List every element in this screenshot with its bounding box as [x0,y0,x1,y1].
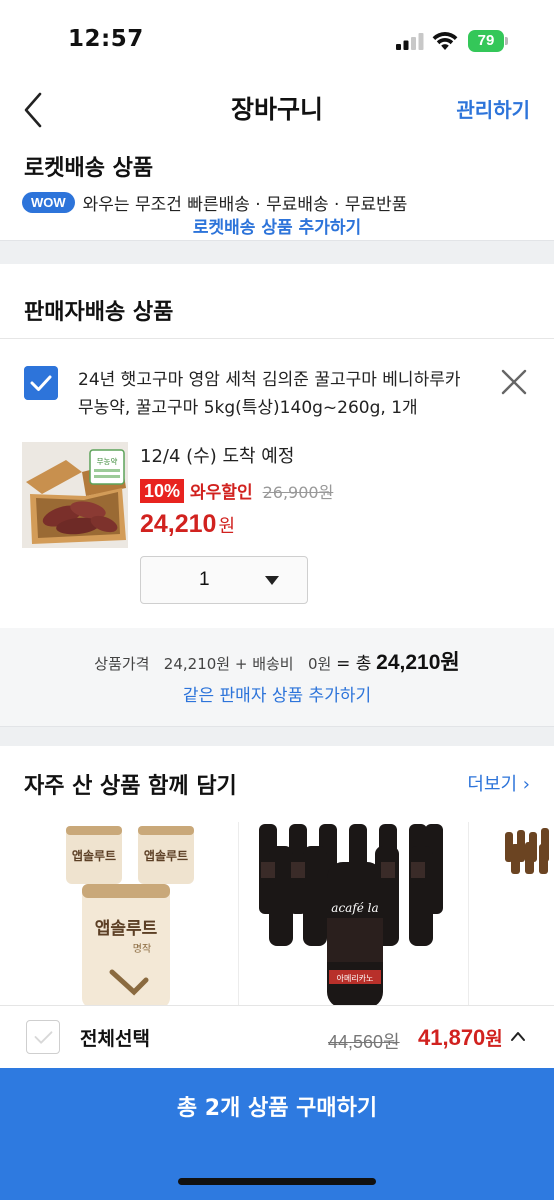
select-all-label[interactable]: 전체선택 [80,1024,150,1051]
product-price-label: 상품가격 [94,655,150,673]
formula-brand-small-2: 앱솔루트 [144,849,188,863]
discounted-total-unit: 원 [485,1029,503,1050]
add-rocket-items-link[interactable]: 로켓배송 상품 추가하기 [0,218,554,240]
section-divider [0,240,554,264]
sale-price-value: 24,210 [140,510,217,538]
formula-brand-small-1: 앱솔루트 [72,849,116,863]
reco-item-coffee[interactable]: acafé la 아메리카노 [238,822,468,1008]
discounted-total: 41,870원 [418,1024,503,1051]
frequent-items-title: 자주 산 상품 함께 담기 [24,774,237,799]
coffee-bottles-image: acafé la 아메리카노 [259,824,443,1008]
select-all-checkbox[interactable] [26,1020,60,1054]
add-same-seller-link[interactable]: 같은 판매자 상품 추가하기 [0,681,554,706]
quantity-value: 1 [199,569,210,590]
discount-badge: 10% [140,478,185,503]
product-thumbnail[interactable]: 무농약 [22,442,128,548]
close-icon[interactable] [498,366,530,398]
shipping-label: + 배송비 [234,655,294,673]
sweet-potato-box-image: 무농약 [22,442,128,548]
status-time: 12:57 [68,26,144,52]
more-link[interactable]: 더보기 › [467,770,530,796]
item-checkbox[interactable] [24,366,58,400]
battery-icon: 79 [468,30,508,52]
product-name[interactable]: 24년 햇고구마 영암 세척 김의준 꿀고구마 베니하루카 무농약, 꿀고구마 … [78,366,478,422]
shipping-value: 0원 [307,655,332,673]
wifi-icon [432,32,458,50]
summary-line: 상품가격 24,210원 + 배송비 0원 = 총 24,210원 [0,646,554,676]
formula-can-image: 앱솔루트 앱솔루트 앱솔루트 명작 [66,826,194,1008]
add-rocket-items-label: 로켓배송 상품 추가하기 [192,218,362,238]
battery-level: 79 [468,30,504,52]
sale-price-unit: 원 [218,516,236,536]
original-price: 26,900원 [262,482,334,502]
formula-sub-label: 명작 [133,943,151,955]
purchase-button[interactable]: 총 2개 상품 구매하기 [0,1068,554,1150]
reco-item-formula[interactable]: 앱솔루트 앱솔루트 앱솔루트 명작 [22,822,238,1008]
home-indicator-area [0,1150,554,1200]
product-price-value: 24,210원 [163,655,231,673]
bottom-bar: 전체선택 44,560원 41,870원 [0,1005,554,1068]
coffee-brand: acafé la [331,901,378,915]
header: 장바구니 관리하기 [0,80,554,140]
coffee-sub-label: 아메리카노 [337,973,374,983]
partial-product-image [505,828,549,874]
manage-button[interactable]: 관리하기 [456,94,530,123]
discount-row: 10% 와우할인 26,900원 [140,478,333,503]
total-amount: 24,210원 [376,651,460,674]
discounted-total-value: 41,870 [418,1025,486,1050]
section-divider [0,726,554,746]
wow-benefit-text: 와우는 무조건 빠른배송 · 무료배송 · 무료반품 [82,194,408,215]
cellular-signal-icon [396,33,424,50]
organic-label: 무농약 [97,456,118,466]
formula-brand-large: 앱솔루트 [95,918,158,939]
caret-down-icon [265,576,279,585]
seller-delivery-title: 판매자배송 상품 [24,300,174,325]
arrival-date: 12/4 (수) 도착 예정 [140,446,295,467]
section-line [0,338,554,339]
total-label: = 총 [336,654,372,674]
status-bar: 12:57 79 [0,0,554,80]
quantity-select[interactable]: 1 [140,556,308,604]
wow-badge: WOW [22,191,75,213]
order-summary: 상품가격 24,210원 + 배송비 0원 = 총 24,210원 같은 판매자… [0,628,554,726]
home-indicator[interactable] [178,1178,376,1185]
wow-discount-label: 와우할인 [190,483,253,503]
reco-item-partial[interactable] [468,822,554,1008]
wow-info-row: WOW 와우는 무조건 빠른배송 · 무료배송 · 무료반품 [22,188,407,216]
sale-price: 24,210 원 [140,510,235,539]
rocket-delivery-title: 로켓배송 상품 [24,156,154,181]
original-total: 44,560원 [328,1032,400,1052]
battery-tip [505,37,508,45]
chevron-up-icon[interactable] [510,1030,526,1042]
